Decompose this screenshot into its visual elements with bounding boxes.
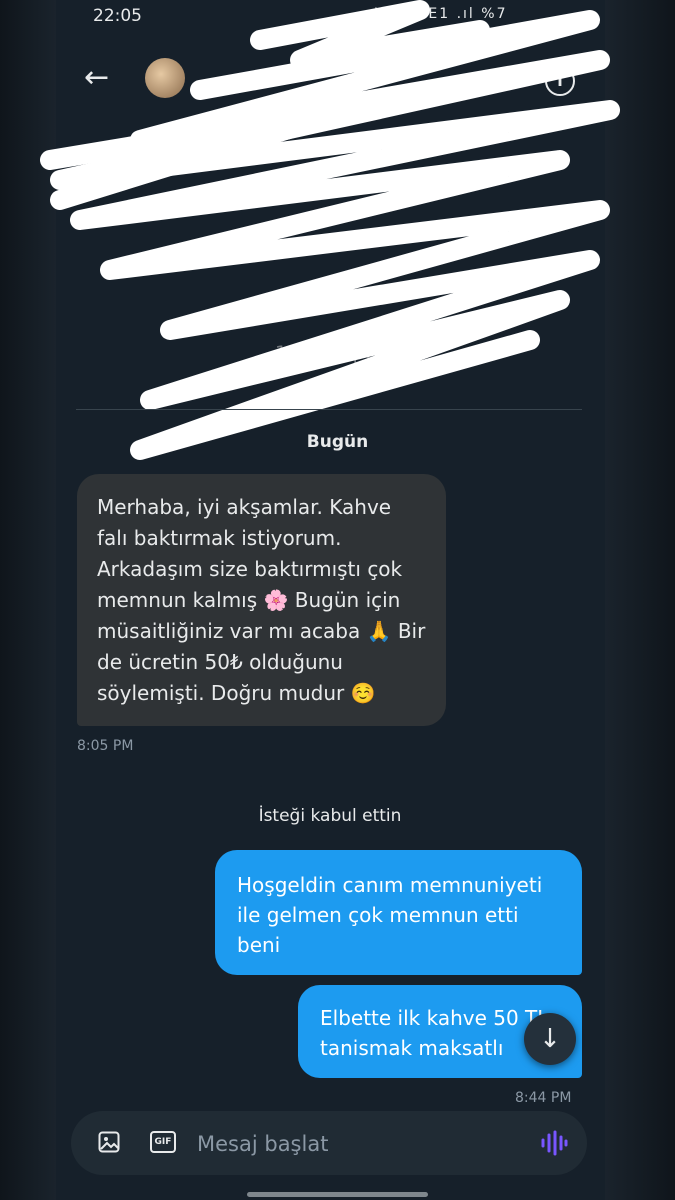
incoming-message[interactable]: Merhaba, iyi akşamlar. Kahve falı baktır…: [77, 474, 446, 726]
image-icon[interactable]: [98, 1131, 120, 1153]
phone-frame: 22:05 Vo) LTE1 .ıl %7 ← i a ünive 11.. t…: [0, 0, 675, 1200]
message-input[interactable]: [197, 1128, 517, 1160]
system-message: İsteği kabul ettin: [258, 806, 402, 826]
profile-divider: [76, 409, 582, 410]
gif-button[interactable]: GIF: [150, 1131, 176, 1153]
home-indicator[interactable]: [247, 1192, 428, 1197]
scroll-down-button[interactable]: ↓: [524, 1013, 576, 1065]
incoming-timestamp: 8:05 PM: [77, 738, 134, 754]
redaction-scribble: [40, 0, 620, 460]
voice-waveform-icon[interactable]: [540, 1130, 568, 1156]
outgoing-message[interactable]: Hoşgeldin canım memnuniyeti ile gelmen ç…: [215, 850, 582, 975]
outgoing-timestamp: 8:44 PM: [515, 1090, 572, 1106]
day-separator: Bugün: [306, 432, 369, 452]
